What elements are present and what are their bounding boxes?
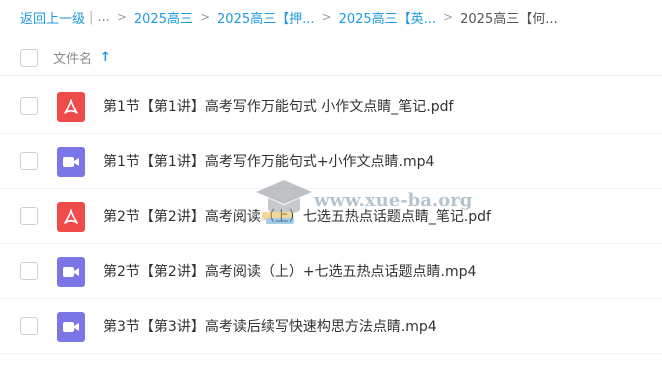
file-row[interactable]: 第1节【第1讲】高考写作万能句式+小作文点睛.mp4 (0, 134, 662, 189)
breadcrumb-current: 2025高三【何... (460, 11, 558, 27)
breadcrumb-separator: | (89, 9, 94, 25)
file-row[interactable]: 第2节【第2讲】高考阅读（上）+七选五热点话题点睛.mp4 (0, 244, 662, 299)
pdf-file-icon (57, 202, 85, 232)
file-name[interactable]: 第1节【第1讲】高考写作万能句式 小作文点睛_笔记.pdf (103, 96, 453, 116)
sort-ascending-icon[interactable]: ↑ (100, 50, 111, 65)
breadcrumb: 返回上一级 | ... > 2025高三 > 2025高三【押... > 202… (0, 0, 662, 34)
file-name[interactable]: 第2节【第2讲】高考阅读（上）七选五热点话题点睛_笔记.pdf (103, 206, 491, 226)
video-file-icon (57, 312, 85, 342)
video-file-icon (57, 147, 85, 177)
chevron-right-icon: > (443, 10, 454, 24)
breadcrumb-item-2[interactable]: 2025高三【押... (217, 8, 314, 27)
back-link[interactable]: 返回上一级 (20, 8, 85, 27)
select-all-checkbox[interactable] (20, 48, 38, 67)
file-name[interactable]: 第3节【第3讲】高考读后续写快速构思方法点睛.mp4 (103, 316, 437, 336)
file-row[interactable]: 第3节【第3讲】高考读后续写快速构思方法点睛.mp4 (0, 299, 662, 354)
file-row[interactable]: 第2节【第2讲】高考阅读（上）七选五热点话题点睛_笔记.pdf (0, 189, 662, 244)
chevron-right-icon: > (321, 10, 332, 24)
row-checkbox[interactable] (20, 262, 38, 280)
video-file-icon (57, 257, 85, 287)
row-checkbox[interactable] (20, 152, 38, 170)
pdf-file-icon (57, 92, 85, 122)
file-name[interactable]: 第1节【第1讲】高考写作万能句式+小作文点睛.mp4 (103, 151, 434, 171)
file-name[interactable]: 第2节【第2讲】高考阅读（上）+七选五热点话题点睛.mp4 (103, 261, 476, 281)
chevron-right-icon: > (199, 10, 211, 24)
file-row[interactable]: 第1节【第1讲】高考写作万能句式 小作文点睛_笔记.pdf (0, 79, 662, 134)
chevron-right-icon: > (116, 10, 127, 24)
row-checkbox[interactable] (20, 207, 38, 225)
column-header-filename[interactable]: 文件名 ↑ (53, 48, 111, 67)
file-list-header: 文件名 ↑ (0, 40, 662, 76)
breadcrumb-ellipsis[interactable]: ... (97, 10, 109, 25)
breadcrumb-item-3[interactable]: 2025高三【英... (339, 8, 436, 27)
row-checkbox[interactable] (20, 97, 38, 115)
breadcrumb-item-1[interactable]: 2025高三 (134, 8, 193, 27)
row-checkbox[interactable] (20, 317, 38, 335)
column-header-label: 文件名 (53, 52, 93, 67)
